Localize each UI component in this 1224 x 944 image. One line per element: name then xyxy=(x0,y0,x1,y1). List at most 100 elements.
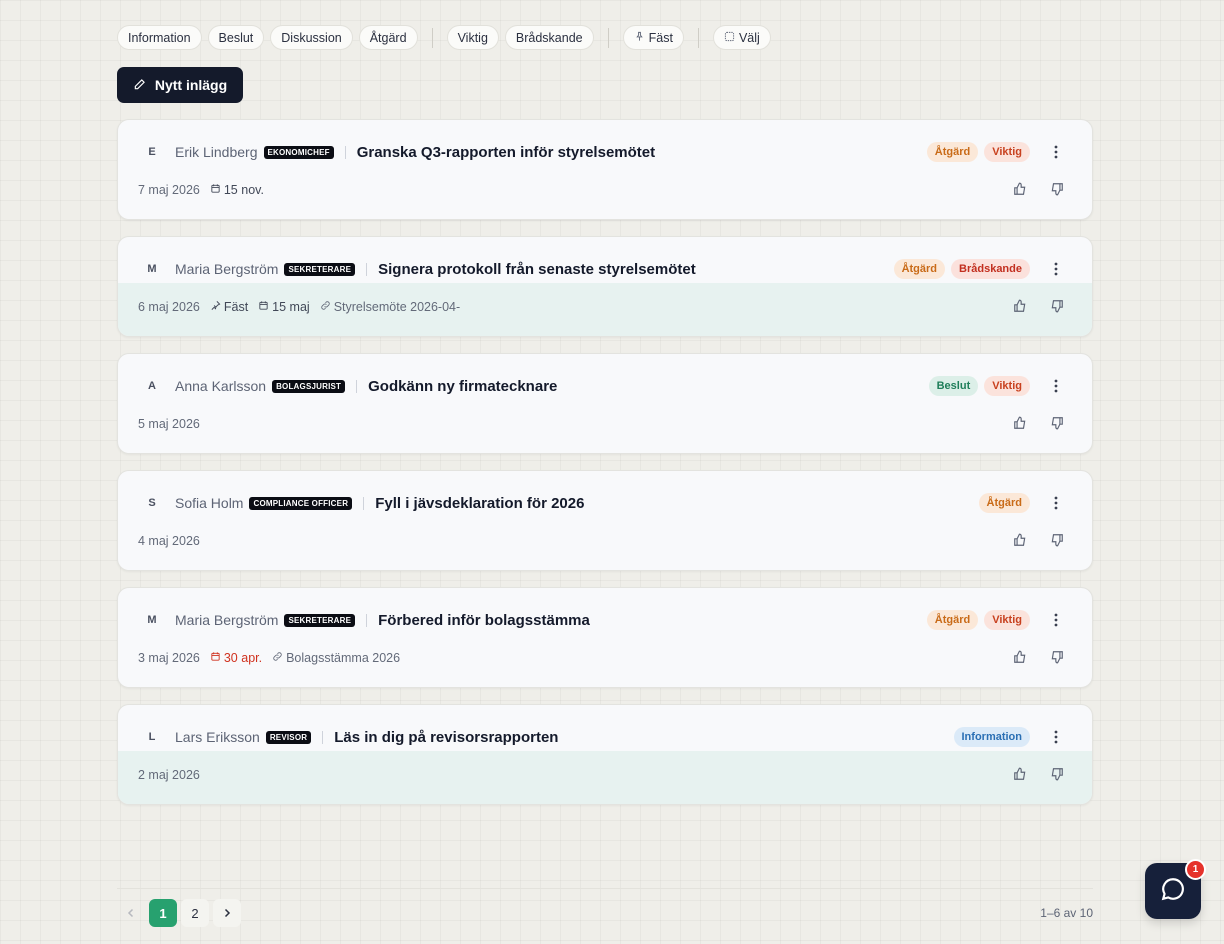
tag-bradskande: Brådskande xyxy=(951,259,1030,279)
linked-item-text: Bolagsstämma 2026 xyxy=(286,651,401,665)
more-options-icon[interactable] xyxy=(1048,144,1064,160)
page-button-1[interactable]: 1 xyxy=(149,899,177,927)
vote-actions xyxy=(1013,416,1064,435)
thumbs-up-icon[interactable] xyxy=(1013,767,1027,786)
pager: 1 2 xyxy=(117,899,241,927)
vote-actions xyxy=(1013,182,1064,201)
author-name: Maria Bergström xyxy=(175,612,279,628)
thumbs-down-icon[interactable] xyxy=(1050,299,1064,318)
header-divider xyxy=(363,496,365,510)
filter-separator xyxy=(431,27,433,48)
tag-viktig: Viktig xyxy=(984,610,1030,630)
thumbs-up-icon[interactable] xyxy=(1013,650,1027,669)
header-divider xyxy=(322,730,324,744)
thumbs-down-icon[interactable] xyxy=(1050,182,1064,201)
more-options-icon[interactable] xyxy=(1048,612,1064,628)
post-card[interactable]: A Anna Karlsson BOLAGSJURIST Godkänn ny … xyxy=(117,353,1093,454)
thumbs-down-icon[interactable] xyxy=(1050,650,1064,669)
more-options-icon[interactable] xyxy=(1048,378,1064,394)
filter-chip-viktig[interactable]: Viktig xyxy=(446,25,499,50)
post-title[interactable]: Fyll i jävsdeklaration för 2026 xyxy=(375,495,584,512)
post-tags: Åtgärd Viktig xyxy=(926,610,1030,630)
post-card[interactable]: L Lars Eriksson REVISOR Läs in dig på re… xyxy=(117,704,1093,805)
calendar-icon xyxy=(258,300,269,314)
avatar: S xyxy=(148,497,156,509)
thumbs-down-icon[interactable] xyxy=(1050,416,1064,435)
pin-icon xyxy=(634,31,645,45)
filter-chip-label: Information xyxy=(128,30,191,45)
filter-chip-atgard[interactable]: Åtgärd xyxy=(358,25,418,50)
thumbs-up-icon[interactable] xyxy=(1013,182,1027,201)
role-badge: EKONOMICHEF xyxy=(263,145,334,159)
filter-chip-pinned[interactable]: Fäst xyxy=(622,25,684,50)
linked-item[interactable]: Styrelsemöte 2026-04- xyxy=(320,300,460,314)
chevron-right-icon xyxy=(222,906,232,921)
due-date-text: 30 apr. xyxy=(223,651,263,665)
more-options-icon[interactable] xyxy=(1048,495,1064,511)
post-meta: 6 maj 2026 Fäst 15 maj Styrelsemöte 2026… xyxy=(138,298,460,316)
vote-actions xyxy=(1013,533,1064,552)
notification-badge: 1 xyxy=(1185,859,1206,880)
avatar: E xyxy=(148,146,156,158)
author-name: Lars Eriksson xyxy=(175,729,260,745)
more-options-icon[interactable] xyxy=(1048,729,1064,745)
post-meta-area xyxy=(118,533,1092,570)
post-card[interactable]: M Maria Bergström SEKRETERARE Förbered i… xyxy=(117,587,1093,688)
thumbs-down-icon[interactable] xyxy=(1050,767,1064,786)
post-meta: 5 maj 2026 xyxy=(138,415,200,433)
filter-chip-label: Beslut xyxy=(218,30,254,45)
post-card[interactable]: E Erik Lindberg EKONOMICHEF Granska Q3-r… xyxy=(117,119,1093,220)
post-card[interactable]: S Sofia Holm COMPLIANCE OFFICER Fyll i j… xyxy=(117,470,1093,571)
post-title[interactable]: Granska Q3-rapporten inför styrelsemötet xyxy=(357,144,655,161)
post-meta-area xyxy=(118,416,1092,453)
calendar-icon xyxy=(210,183,221,197)
header-divider xyxy=(366,613,368,627)
due-date-text: 15 nov. xyxy=(223,183,264,197)
pin-icon xyxy=(210,300,221,314)
author-name: Maria Bergström xyxy=(175,261,279,277)
filter-chip-information[interactable]: Information xyxy=(117,25,202,50)
thumbs-up-icon[interactable] xyxy=(1013,299,1027,318)
chevron-left-icon xyxy=(126,906,136,921)
post-header: S Sofia Holm COMPLIANCE OFFICER Fyll i j… xyxy=(118,493,1092,513)
role-badge: COMPLIANCE OFFICER xyxy=(249,496,353,510)
vote-actions xyxy=(1013,299,1064,318)
filter-chip-label: Åtgärd xyxy=(369,30,407,45)
thumbs-down-icon[interactable] xyxy=(1050,533,1064,552)
avatar: L xyxy=(148,731,156,743)
filter-chip-diskussion[interactable]: Diskussion xyxy=(270,25,353,50)
post-title[interactable]: Signera protokoll från senaste styrelsem… xyxy=(378,261,696,278)
linked-item[interactable]: Bolagsstämma 2026 xyxy=(272,651,400,665)
select-mode-button[interactable]: Välj xyxy=(712,25,771,50)
tag-viktig: Viktig xyxy=(984,376,1030,396)
post-date: 4 maj 2026 xyxy=(138,534,200,548)
tag-beslut: Beslut xyxy=(928,376,979,396)
post-meta-area xyxy=(118,182,1092,219)
new-post-button[interactable]: Nytt inlägg xyxy=(117,67,243,103)
next-page-button[interactable] xyxy=(213,899,241,927)
thumbs-up-icon[interactable] xyxy=(1013,533,1027,552)
header-divider xyxy=(366,262,368,276)
post-meta: 2 maj 2026 xyxy=(138,766,200,784)
post-header: L Lars Eriksson REVISOR Läs in dig på re… xyxy=(118,727,1092,747)
tag-atgard: Åtgärd xyxy=(926,610,979,630)
filter-chip-beslut[interactable]: Beslut xyxy=(207,25,265,50)
pinned-text: Fäst xyxy=(223,300,249,314)
tag-information: Information xyxy=(953,727,1030,747)
more-options-icon[interactable] xyxy=(1048,261,1064,277)
avatar: M xyxy=(147,263,157,275)
page-button-2[interactable]: 2 xyxy=(181,899,209,927)
post-card[interactable]: M Maria Bergström SEKRETERARE Signera pr… xyxy=(117,236,1093,337)
tag-viktig: Viktig xyxy=(984,142,1030,162)
filter-chip-label: Diskussion xyxy=(281,30,342,45)
filter-separator xyxy=(697,27,699,48)
post-title[interactable]: Godkänn ny firmatecknare xyxy=(368,378,557,395)
post-tags: Information xyxy=(953,727,1030,747)
post-title[interactable]: Förbered inför bolagsstämma xyxy=(378,612,590,629)
previous-page-button[interactable] xyxy=(117,899,145,927)
post-title[interactable]: Läs in dig på revisorsrapporten xyxy=(334,729,558,746)
linked-item-text: Styrelsemöte 2026-04- xyxy=(333,300,461,314)
filter-chip-bradskande[interactable]: Brådskande xyxy=(504,25,594,50)
thumbs-up-icon[interactable] xyxy=(1013,416,1027,435)
due-date: 15 nov. xyxy=(210,183,264,197)
